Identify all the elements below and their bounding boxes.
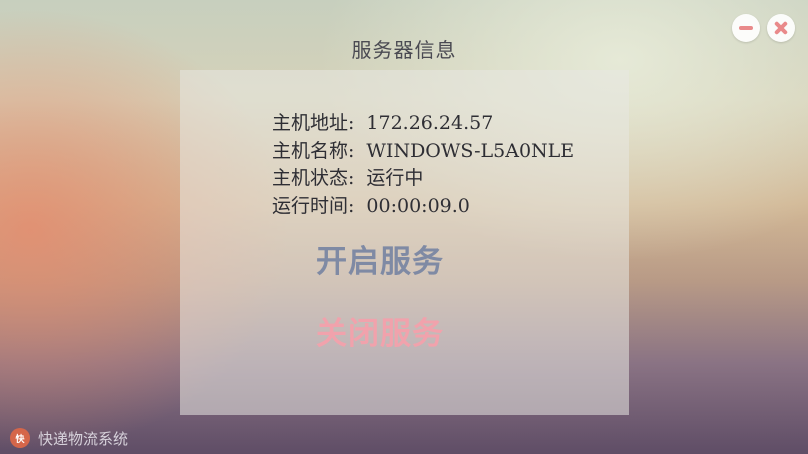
host-address-label: 主机地址: — [272, 112, 355, 134]
start-service-button[interactable]: 开启服务 — [316, 236, 444, 281]
host-name-label: 主机名称: — [272, 139, 355, 162]
server-info-list: 主机地址: 172.26.24.57 主机名称: WINDOWS-L5A0NLE 主… — [272, 110, 574, 220]
minimize-icon — [739, 26, 753, 30]
host-name-value: WINDOWS-L5A0NLE — [366, 139, 575, 162]
uptime-row: 运行时间: 00:00:09.0 — [272, 193, 574, 221]
uptime-value: 00:00:09.0 — [366, 194, 470, 217]
app-footer: 快 快递物流系统 — [10, 427, 128, 449]
uptime-label: 运行时间: — [272, 194, 355, 217]
host-name-row: 主机名称: WINDOWS-L5A0NLE — [272, 138, 574, 166]
host-address-value: 172.26.24.57 — [366, 112, 494, 134]
host-status-value: 运行中 — [366, 167, 424, 189]
host-status-label: 主机状态: — [272, 167, 355, 189]
app-logo-icon: 快 — [10, 428, 30, 448]
close-button[interactable] — [767, 14, 795, 42]
app-name: 快递物流系统 — [38, 429, 129, 448]
host-address-row: 主机地址: 172.26.24.57 — [272, 110, 574, 138]
host-status-row: 主机状态: 运行中 — [272, 165, 574, 193]
window-title: 服务器信息 — [351, 38, 457, 62]
minimize-button[interactable] — [732, 14, 760, 42]
server-info-panel: 主机地址: 172.26.24.57 主机名称: WINDOWS-L5A0NLE 主… — [180, 70, 629, 415]
stop-service-button[interactable]: 关闭服务 — [316, 308, 444, 353]
